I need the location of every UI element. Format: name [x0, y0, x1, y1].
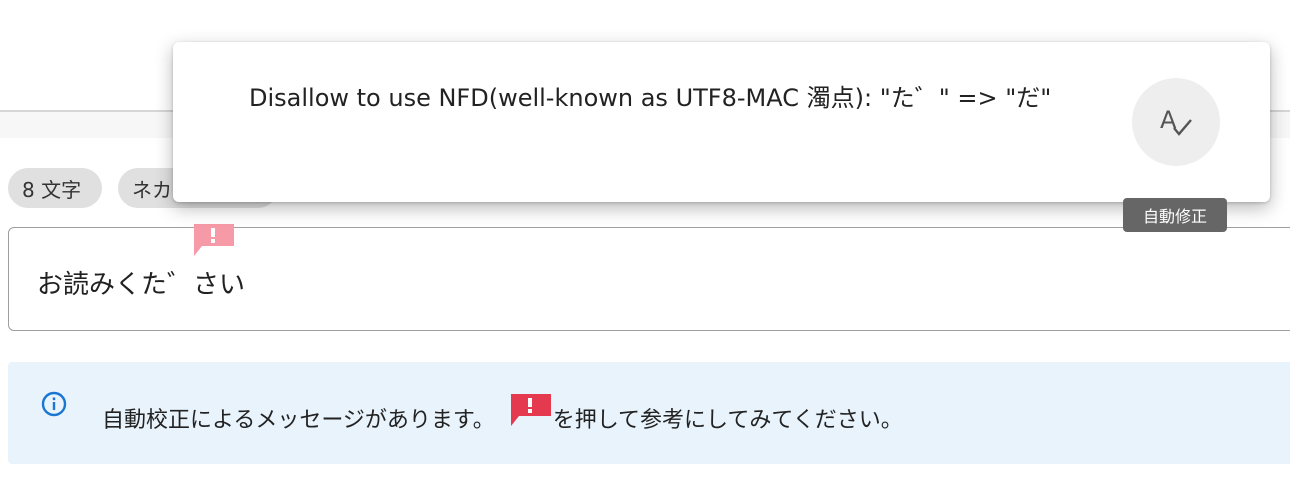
info-text-before: 自動校正によるメッセージがあります。 [102, 408, 495, 433]
character-count-chip: 8 文字 [8, 168, 102, 208]
lint-message-popover: Disallow to use NFD(well-known as UTF8-M… [173, 42, 1270, 202]
info-circle-icon [41, 391, 67, 417]
exclamation-flag-icon[interactable] [192, 222, 236, 258]
lint-message-text: Disallow to use NFD(well-known as UTF8-M… [249, 84, 1052, 112]
auto-fix-tooltip: 自動修正 [1123, 198, 1227, 232]
exclamation-flag-icon [510, 394, 551, 426]
warning-chip-label: ネカ [132, 177, 172, 202]
auto-fix-button[interactable]: A [1132, 78, 1220, 166]
info-message: 自動校正によるメッセージがあります。 を押して参考にしてみてください。 [102, 394, 903, 436]
text-input-field[interactable]: お読みくた゛さい [8, 224, 1290, 331]
info-alert: 自動校正によるメッセージがあります。 を押して参考にしてみてください。 [8, 362, 1290, 464]
character-count-label: 8 文字 [22, 177, 82, 202]
text-input-value: お読みくた゛さい [37, 270, 246, 300]
spellcheck-icon: A [1160, 106, 1192, 136]
info-text-after: を押して参考にしてみてください。 [552, 408, 903, 433]
